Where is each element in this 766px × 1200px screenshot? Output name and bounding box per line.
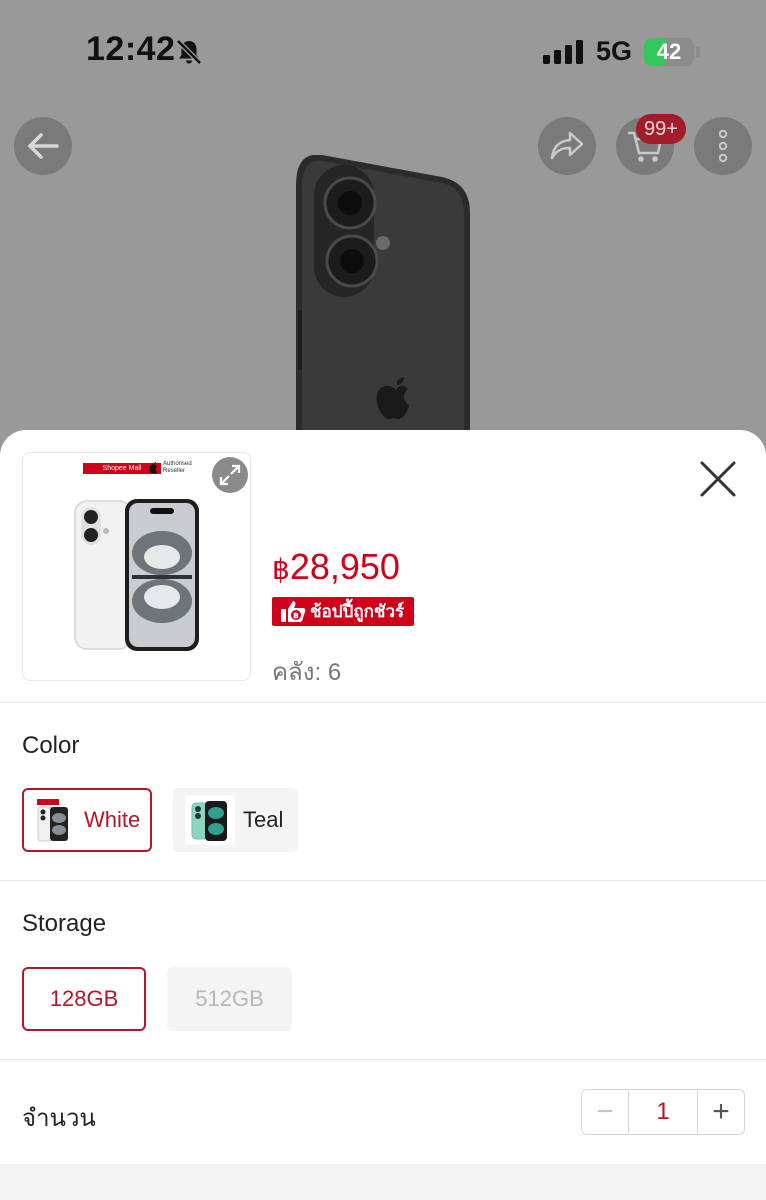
more-options-button[interactable]: [694, 117, 752, 175]
quantity-label: จำนวน: [22, 1105, 96, 1132]
variant-bottom-sheet: Shopee Mall Authorised Reseller ฿28,950 …: [0, 430, 766, 1200]
color-option-teal-label: Teal: [243, 807, 284, 832]
product-thumbnail[interactable]: Shopee Mall Authorised Reseller: [22, 452, 251, 681]
teal-phone-icon: [191, 801, 227, 841]
expand-image-button[interactable]: [212, 457, 248, 493]
storage-option-128gb-label: 128GB: [49, 986, 119, 1011]
bell-slash-icon: [176, 39, 202, 65]
more-icon: [718, 129, 728, 163]
stock-info: คลัง: 6: [272, 652, 341, 691]
color-option-white-label: White: [84, 807, 141, 832]
thumbs-up-icon: ฿: [281, 601, 306, 622]
signal-icon: [543, 40, 583, 64]
status-bar: 12:42 5G 42: [0, 0, 766, 100]
quantity-input[interactable]: 1: [628, 1090, 698, 1134]
price-currency: ฿: [272, 554, 290, 585]
apple-logo-icon: [149, 462, 157, 474]
divider: [0, 880, 766, 881]
storage-section-title: Storage: [22, 910, 107, 937]
footer-strip: [0, 1164, 766, 1200]
svg-text:฿: ฿: [293, 611, 299, 620]
decrease-quantity-button[interactable]: −: [582, 1090, 628, 1134]
cart-count-badge: 99+: [636, 114, 686, 144]
divider: [0, 702, 766, 703]
authorised-reseller-text: Authorised Reseller: [163, 461, 192, 474]
white-phone-icon: [37, 799, 68, 842]
storage-option-512gb: 512GB: [167, 967, 292, 1031]
color-section-title: Color: [22, 732, 80, 759]
share-button[interactable]: [538, 117, 596, 175]
expand-icon: [219, 464, 241, 486]
share-icon: [550, 131, 584, 160]
white-swatch-thumb: [32, 795, 76, 845]
status-time: 12:42: [86, 30, 176, 68]
back-button[interactable]: [14, 117, 72, 175]
product-image-white-phone: [74, 499, 199, 651]
stock-value: 6: [327, 659, 342, 686]
price-amount: 28,950: [289, 546, 400, 587]
back-arrow-icon: [28, 133, 59, 159]
battery-percent: 42: [656, 39, 682, 64]
storage-option-128gb[interactable]: 128GB: [22, 967, 146, 1031]
guarantee-label: ช้อปปี้ถูกชัวร์: [310, 602, 405, 621]
close-icon[interactable]: [697, 458, 739, 500]
battery-indicator: 42: [644, 38, 700, 66]
color-option-teal[interactable]: Teal: [173, 788, 298, 852]
network-type: 5G: [596, 36, 633, 66]
product-price: ฿28,950: [272, 545, 400, 592]
product-hero-image: [296, 155, 470, 455]
shopee-guarantee-badge: ฿ ช้อปปี้ถูกชัวร์: [272, 597, 414, 626]
increase-quantity-button[interactable]: +: [698, 1090, 744, 1134]
teal-swatch-thumb: [185, 795, 235, 845]
storage-option-512gb-label: 512GB: [195, 986, 264, 1011]
color-option-white[interactable]: White: [22, 788, 152, 852]
stock-label: คลัง:: [272, 659, 322, 686]
quantity-stepper: − 1 +: [581, 1089, 745, 1135]
divider: [0, 1059, 766, 1060]
